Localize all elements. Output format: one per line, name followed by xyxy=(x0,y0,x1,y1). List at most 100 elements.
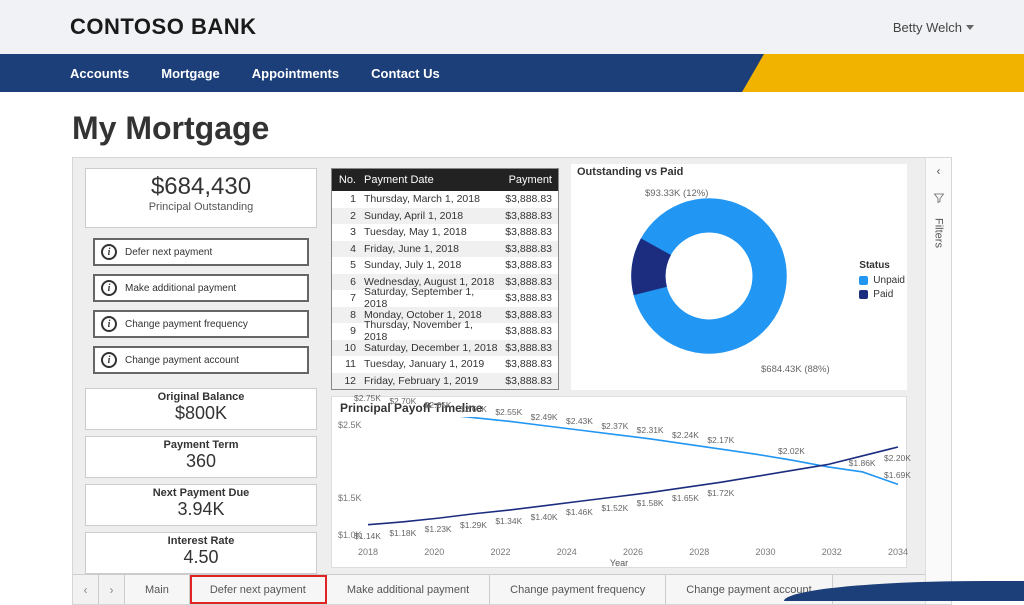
tab-defer-next-payment[interactable]: Defer next payment xyxy=(190,575,327,604)
payment-schedule-table[interactable]: No. Payment Date Payment 1Thursday, Marc… xyxy=(331,168,559,390)
option-label: Make additional payment xyxy=(125,283,236,294)
data-label: $2.55K xyxy=(495,407,522,417)
info-icon: i xyxy=(101,280,117,296)
cell-amount: $3,888.83 xyxy=(498,325,558,337)
cell-amount: $3,888.83 xyxy=(498,375,558,387)
swatch-icon xyxy=(859,276,868,285)
data-label: $2.37K xyxy=(601,421,628,431)
option-label: Defer next payment xyxy=(125,247,212,258)
cell-date: Friday, February 1, 2019 xyxy=(360,375,498,387)
tab-prev-button[interactable]: ‹ xyxy=(73,575,99,604)
cell-date: Sunday, July 1, 2018 xyxy=(360,259,498,271)
table-row[interactable]: 12Friday, February 1, 2019$3,888.83 xyxy=(332,373,558,390)
nav-mortgage[interactable]: Mortgage xyxy=(161,66,220,81)
principal-value: $684,430 xyxy=(86,169,316,201)
cell-date: Sunday, April 1, 2018 xyxy=(360,210,498,222)
cell-no: 4 xyxy=(332,243,360,255)
tab-next-button[interactable]: › xyxy=(99,575,125,604)
nav-bar-wrap: Accounts Mortgage Appointments Contact U… xyxy=(0,54,1024,92)
data-label: $2.02K xyxy=(778,446,805,456)
data-label: $2.24K xyxy=(672,430,699,440)
stat-label: Interest Rate xyxy=(86,533,316,547)
cell-date: Thursday, March 1, 2018 xyxy=(360,193,498,205)
change-payment-frequency-button[interactable]: i Change payment frequency xyxy=(93,310,309,338)
table-row[interactable]: 3Tuesday, May 1, 2018$3,888.83 xyxy=(332,224,558,241)
table-row[interactable]: 1Thursday, March 1, 2018$3,888.83 xyxy=(332,191,558,208)
legend-item: Paid xyxy=(859,289,905,300)
nav-contact[interactable]: Contact Us xyxy=(371,66,440,81)
data-label: $1.65K xyxy=(672,493,699,503)
info-icon: i xyxy=(101,352,117,368)
legend-label: Unpaid xyxy=(873,275,905,286)
chevron-left-icon[interactable]: ‹ xyxy=(937,164,941,178)
funnel-icon xyxy=(933,192,945,204)
cell-date: Tuesday, May 1, 2018 xyxy=(360,226,498,238)
cell-amount: $3,888.83 xyxy=(498,210,558,222)
cell-date: Saturday, September 1, 2018 xyxy=(360,286,498,310)
tab-main[interactable]: Main xyxy=(125,575,190,604)
donut-unpaid-label: $684.43K (88%) xyxy=(761,364,830,375)
x-tick: 2018 xyxy=(358,547,378,557)
col-amount: Payment xyxy=(498,174,558,186)
table-row[interactable]: 5Sunday, July 1, 2018$3,888.83 xyxy=(332,257,558,274)
cell-no: 7 xyxy=(332,292,360,304)
table-row[interactable]: 11Tuesday, January 1, 2019$3,888.83 xyxy=(332,356,558,373)
table-row[interactable]: 2Sunday, April 1, 2018$3,888.83 xyxy=(332,208,558,225)
defer-next-payment-button[interactable]: i Defer next payment xyxy=(93,238,309,266)
data-label: $1.14K xyxy=(354,531,381,541)
cell-no: 12 xyxy=(332,375,360,387)
data-label: $2.75K xyxy=(354,393,381,403)
principal-payoff-timeline-chart[interactable]: Principal Payoff Timeline Year $2.5K$1.5… xyxy=(331,396,907,568)
page-title: My Mortgage xyxy=(0,92,1024,157)
cell-date: Saturday, December 1, 2018 xyxy=(360,342,498,354)
legend-label: Paid xyxy=(873,289,893,300)
info-icon: i xyxy=(101,244,117,260)
outstanding-vs-paid-chart[interactable]: Outstanding vs Paid $93.33K (12%) $684.4… xyxy=(571,164,907,390)
cell-date: Tuesday, January 1, 2019 xyxy=(360,358,498,370)
filters-pane[interactable]: ‹ Filters xyxy=(925,158,951,604)
table-row[interactable]: 4Friday, June 1, 2018$3,888.83 xyxy=(332,241,558,258)
col-date: Payment Date xyxy=(360,174,498,186)
data-label: $1.18K xyxy=(389,528,416,538)
payment-term-card: Payment Term 360 xyxy=(85,436,317,478)
option-label: Change payment frequency xyxy=(125,319,248,330)
filters-label: Filters xyxy=(933,218,945,248)
cell-amount: $3,888.83 xyxy=(498,276,558,288)
data-label: $1.34K xyxy=(495,516,522,526)
x-tick: 2024 xyxy=(557,547,577,557)
make-additional-payment-button[interactable]: i Make additional payment xyxy=(93,274,309,302)
data-label: $2.31K xyxy=(637,425,664,435)
data-label: $1.72K xyxy=(707,488,734,498)
table-row[interactable]: 9Thursday, November 1, 2018$3,888.83 xyxy=(332,323,558,340)
cell-amount: $3,888.83 xyxy=(498,342,558,354)
cell-no: 11 xyxy=(332,358,360,370)
table-row[interactable]: 10Saturday, December 1, 2018$3,888.83 xyxy=(332,340,558,357)
data-label: $1.86K xyxy=(849,458,876,468)
nav-appointments[interactable]: Appointments xyxy=(252,66,339,81)
data-label: $2.20K xyxy=(884,453,911,463)
col-no: No. xyxy=(332,174,360,186)
cell-amount: $3,888.83 xyxy=(498,193,558,205)
data-label: $1.69K xyxy=(884,470,911,480)
cell-date: Thursday, November 1, 2018 xyxy=(360,319,498,343)
stat-value: 3.94K xyxy=(86,499,316,520)
data-label: $2.65K xyxy=(425,400,452,410)
top-banner: CONTOSO BANK Betty Welch xyxy=(0,0,1024,54)
x-tick: 2020 xyxy=(424,547,444,557)
tab-change-payment-frequency[interactable]: Change payment frequency xyxy=(490,575,666,604)
change-payment-account-button[interactable]: i Change payment account xyxy=(93,346,309,374)
user-menu[interactable]: Betty Welch xyxy=(893,20,974,35)
x-tick: 2030 xyxy=(756,547,776,557)
cell-amount: $3,888.83 xyxy=(498,243,558,255)
nav-accounts[interactable]: Accounts xyxy=(70,66,129,81)
tab-make-additional-payment[interactable]: Make additional payment xyxy=(327,575,490,604)
data-label: $2.43K xyxy=(566,416,593,426)
principal-outstanding-card: $684,430 Principal Outstanding xyxy=(85,168,317,228)
cell-date: Friday, June 1, 2018 xyxy=(360,243,498,255)
data-label: $1.52K xyxy=(601,503,628,513)
info-icon: i xyxy=(101,316,117,332)
y-tick: $1.5K xyxy=(338,493,362,503)
cell-no: 9 xyxy=(332,325,360,337)
table-row[interactable]: 7Saturday, September 1, 2018$3,888.83 xyxy=(332,290,558,307)
cell-no: 10 xyxy=(332,342,360,354)
